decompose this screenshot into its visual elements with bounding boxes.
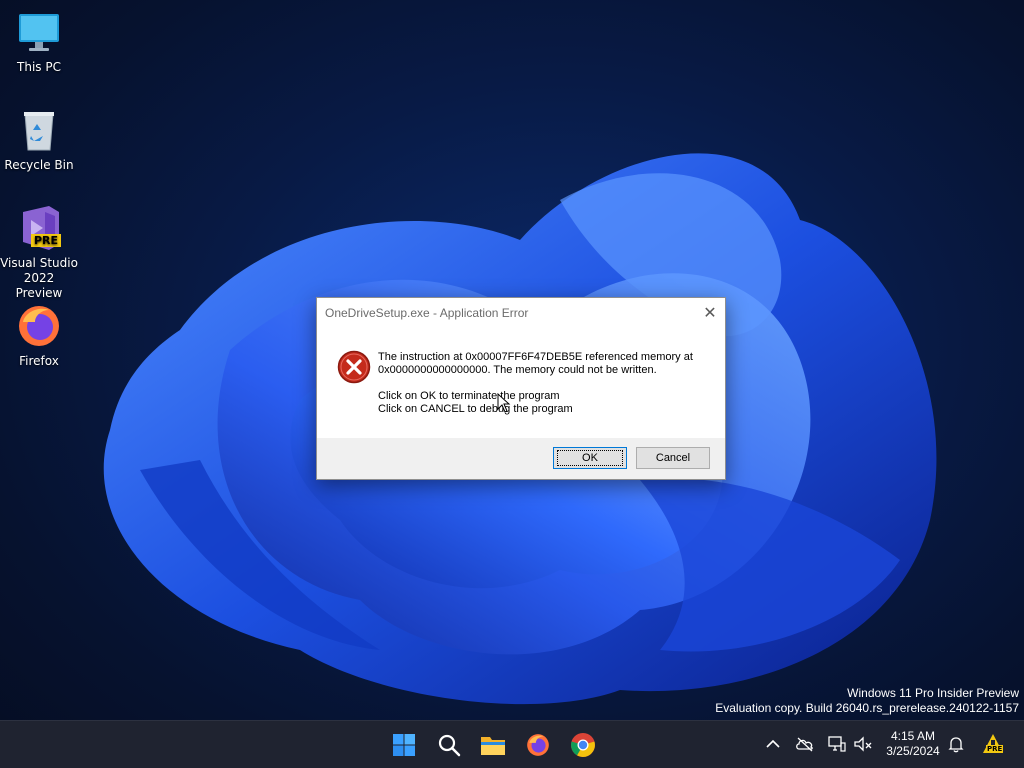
start-button[interactable] [388, 729, 420, 761]
close-icon: ✕ [703, 304, 717, 322]
insider-button[interactable]: PRE [980, 731, 1006, 757]
watermark-line: Windows 11 Pro Insider Preview [847, 686, 1019, 700]
notifications-button[interactable] [945, 733, 967, 755]
clock-time: 4:15 AM [890, 729, 936, 743]
watermark-line: Evaluation copy. Build 26040.rs_prerelea… [715, 701, 1019, 715]
firefox-icon [19, 306, 59, 346]
insider-pre-badge: PRE [986, 745, 1004, 753]
message-line: Click on OK to terminate the program [378, 390, 560, 402]
dialog-content: The instruction at 0x00007FF6F47DEB5E re… [317, 327, 725, 438]
start-icon [393, 734, 415, 756]
error-message: The instruction at 0x00007FF6F47DEB5E re… [378, 351, 693, 416]
volume-button[interactable] [852, 733, 874, 755]
desktop-icon-recycle-bin[interactable]: Recycle Bin [0, 106, 78, 173]
chrome-taskbar-button[interactable] [567, 729, 599, 761]
desktop-icon-label: Recycle Bin [4, 158, 74, 172]
desktop-icon-label: Visual Studio 2022 Preview [0, 256, 78, 300]
recycle-bin-icon [24, 112, 54, 151]
evaluation-watermark: Windows 11 Pro Insider Preview Evaluatio… [715, 686, 1019, 716]
desktop-icon-visual-studio[interactable]: PRE Visual Studio 2022 Preview [0, 204, 78, 301]
application-error-dialog: OneDriveSetup.exe - Application Error ✕ … [316, 297, 726, 480]
ok-button[interactable]: OK [553, 447, 627, 469]
insider-pre-icon [983, 734, 1003, 753]
chrome-icon [571, 733, 595, 757]
dialog-titlebar[interactable]: OneDriveSetup.exe - Application Error ✕ [317, 298, 725, 327]
file-explorer-button[interactable] [477, 729, 509, 761]
message-line: Click on CANCEL to debug the program [378, 403, 573, 415]
cancel-button-label: Cancel [655, 452, 691, 464]
notification-bell-icon [948, 737, 964, 753]
taskbar: 4:15 AM 3/25/2024 PRE [0, 720, 1024, 768]
desktop-icon-label: Firefox [19, 354, 59, 368]
speaker-muted-icon [854, 736, 872, 752]
error-icon [337, 350, 371, 384]
network-button[interactable] [826, 733, 848, 755]
clock-date: 3/25/2024 [886, 744, 940, 758]
pre-badge: PRE [31, 234, 62, 247]
desktop-icon-label: This PC [17, 60, 61, 74]
desktop-icon-firefox[interactable]: Firefox [0, 302, 78, 369]
search-button[interactable] [433, 729, 465, 761]
dialog-button-row: OK Cancel [317, 438, 725, 479]
desktop-icon-this-pc[interactable]: This PC [0, 8, 78, 75]
ok-button-label: OK [557, 450, 623, 466]
dialog-title: OneDriveSetup.exe - Application Error [325, 305, 529, 320]
close-button[interactable]: ✕ [695, 298, 725, 327]
firefox-icon [527, 734, 549, 756]
clock[interactable]: 4:15 AM 3/25/2024 [878, 729, 948, 759]
network-icon [828, 736, 846, 752]
onedrive-offline-icon [796, 737, 813, 752]
show-hidden-icons-button[interactable] [762, 733, 784, 755]
chevron-up-icon [766, 739, 780, 748]
message-line: 0x0000000000000000. The memory could not… [378, 364, 657, 376]
search-icon [438, 734, 461, 757]
onedrive-status-button[interactable] [794, 733, 816, 755]
file-explorer-icon [481, 737, 505, 755]
monitor-icon [19, 14, 59, 51]
message-line: The instruction at 0x00007FF6F47DEB5E re… [378, 351, 693, 363]
firefox-taskbar-button[interactable] [522, 729, 554, 761]
cancel-button[interactable]: Cancel [636, 447, 710, 469]
mouse-cursor-icon [497, 393, 511, 413]
